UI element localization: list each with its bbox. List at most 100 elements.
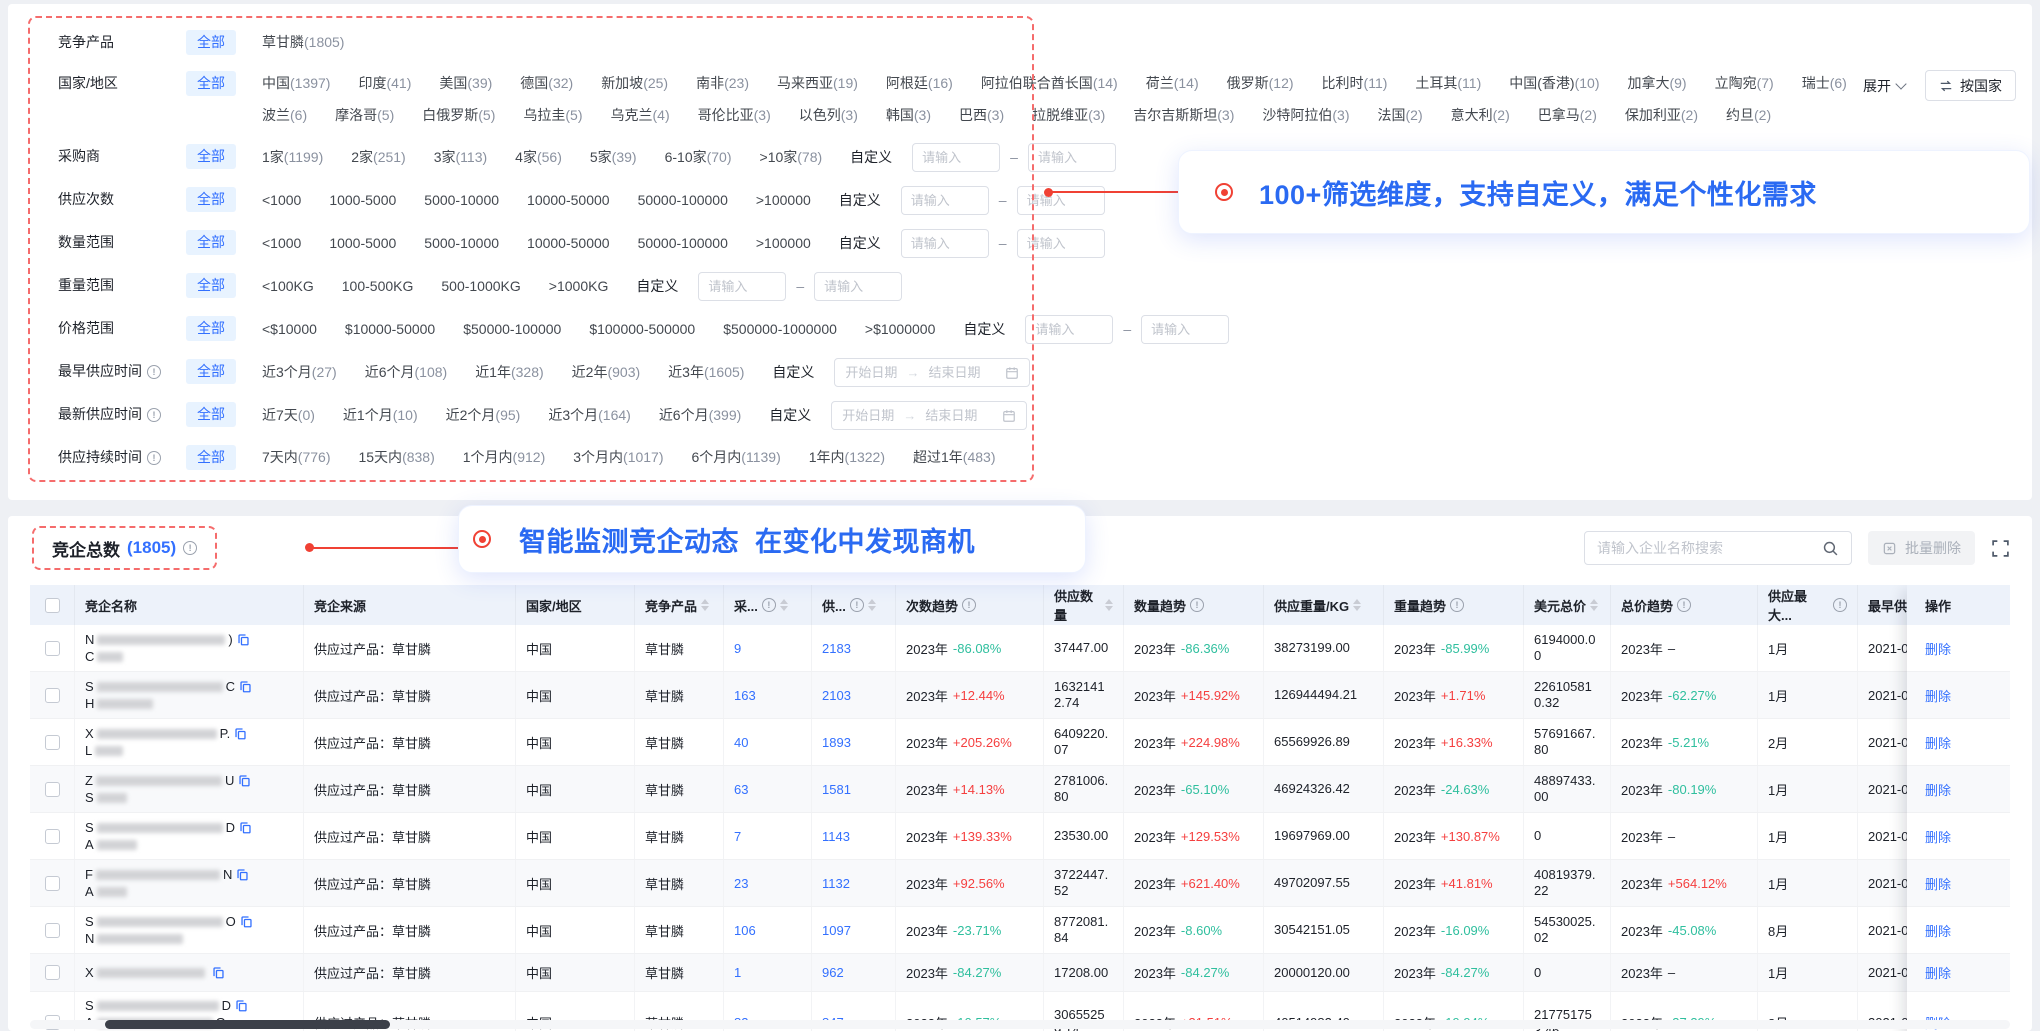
filter-option[interactable]: 荷兰(14)	[1146, 70, 1199, 97]
custom-min-input[interactable]: 请输入	[901, 186, 989, 215]
date-range-input[interactable]: 开始日期→结束日期	[834, 358, 1030, 387]
filter-option[interactable]: 加拿大(9)	[1627, 70, 1686, 97]
row-checkbox[interactable]	[45, 923, 60, 938]
filter-option[interactable]: 中国(1397)	[262, 70, 330, 97]
delete-link[interactable]: 删除	[1925, 874, 1951, 893]
company-search-input[interactable]: 请输入企业名称搜索	[1584, 531, 1852, 565]
custom-option[interactable]: 自定义	[772, 359, 814, 386]
filter-option[interactable]: 乌克兰(4)	[611, 102, 670, 129]
filter-option[interactable]: 近3个月(27)	[262, 359, 337, 386]
filter-option[interactable]: <100KG	[262, 273, 314, 300]
filter-option[interactable]: <1000	[262, 230, 301, 257]
custom-min-input[interactable]: 请输入	[1025, 315, 1113, 344]
filter-all-chip[interactable]: 全部	[186, 273, 236, 298]
sort-carets-icon[interactable]	[1590, 599, 1598, 611]
filter-option[interactable]: 德国(32)	[520, 70, 573, 97]
filter-option[interactable]: 5000-10000	[424, 230, 499, 257]
custom-max-input[interactable]: 请输入	[1028, 143, 1116, 172]
filter-option[interactable]: 瑞士(6)	[1802, 70, 1847, 97]
filter-all-chip[interactable]: 全部	[186, 445, 236, 470]
row-checkbox[interactable]	[45, 829, 60, 844]
filter-option[interactable]: 拉脱维亚(3)	[1032, 102, 1105, 129]
filter-all-chip[interactable]: 全部	[186, 144, 236, 169]
cell-text[interactable]: 9	[734, 641, 741, 656]
sort-carets-icon[interactable]	[868, 599, 876, 611]
fullscreen-icon[interactable]	[1991, 539, 2010, 558]
filter-option[interactable]: 阿根廷(16)	[886, 70, 953, 97]
filter-option[interactable]: 印度(41)	[358, 70, 411, 97]
delete-link[interactable]: 删除	[1925, 733, 1951, 752]
filter-option[interactable]: 俄罗斯(12)	[1227, 70, 1294, 97]
cell-text[interactable]: 2103	[822, 688, 851, 703]
filter-option[interactable]: 近6个月(108)	[365, 359, 447, 386]
filter-option[interactable]: >100000	[756, 230, 811, 257]
cell-text[interactable]: 63	[734, 782, 748, 797]
row-checkbox[interactable]	[45, 735, 60, 750]
filter-option[interactable]: 3家(113)	[434, 144, 487, 171]
filter-option[interactable]: $50000-100000	[463, 316, 561, 343]
filter-option[interactable]: 3个月内(1017)	[573, 444, 663, 471]
custom-min-input[interactable]: 请输入	[698, 272, 786, 301]
filter-option[interactable]: 500-1000KG	[441, 273, 520, 300]
filter-option[interactable]: 近3年(1605)	[668, 359, 744, 386]
info-icon[interactable]: !	[183, 541, 197, 555]
filter-option[interactable]: 近7天(0)	[262, 402, 315, 429]
filter-option[interactable]: 10000-50000	[527, 230, 610, 257]
filter-option[interactable]: 意大利(2)	[1451, 102, 1510, 129]
filter-option[interactable]: 法国(2)	[1378, 102, 1423, 129]
filter-option[interactable]: 比利时(11)	[1322, 70, 1388, 97]
cell-text[interactable]: 7	[734, 829, 741, 844]
cell-text[interactable]: 2183	[822, 641, 851, 656]
cell-text[interactable]: 40	[734, 735, 748, 750]
select-all-checkbox[interactable]	[45, 598, 60, 613]
cell-text[interactable]: 23	[734, 876, 748, 891]
by-country-button[interactable]: 按国家	[1925, 70, 2016, 101]
filter-option[interactable]: 近3个月(164)	[548, 402, 630, 429]
sort-carets-icon[interactable]	[701, 599, 709, 611]
custom-option[interactable]: 自定义	[769, 402, 811, 429]
delete-link[interactable]: 删除	[1925, 780, 1951, 799]
filter-option[interactable]: 摩洛哥(5)	[335, 102, 394, 129]
copy-icon[interactable]	[239, 680, 252, 693]
cell-text[interactable]: 1143	[822, 829, 850, 844]
cell-text[interactable]: 163	[734, 688, 756, 703]
custom-option[interactable]: 自定义	[839, 187, 881, 214]
filter-all-chip[interactable]: 全部	[186, 316, 236, 341]
filter-all-chip[interactable]: 全部	[186, 71, 236, 96]
filter-option[interactable]: <$10000	[262, 316, 317, 343]
filter-option[interactable]: 近6个月(399)	[659, 402, 741, 429]
filter-option[interactable]: 10000-50000	[527, 187, 610, 214]
copy-icon[interactable]	[234, 727, 247, 740]
delete-link[interactable]: 删除	[1925, 686, 1951, 705]
filter-option[interactable]: 约旦(2)	[1726, 102, 1771, 129]
filter-option[interactable]: 韩国(3)	[886, 102, 931, 129]
filter-option[interactable]: <1000	[262, 187, 301, 214]
filter-option[interactable]: $100000-500000	[589, 316, 695, 343]
custom-option[interactable]: 自定义	[850, 144, 892, 171]
filter-option[interactable]: 1年内(1322)	[809, 444, 885, 471]
cell-text[interactable]: 1	[734, 965, 741, 980]
filter-option[interactable]: 6-10家(70)	[665, 144, 732, 171]
filter-option[interactable]: 6个月内(1139)	[692, 444, 781, 471]
batch-delete-button[interactable]: 批量删除	[1868, 531, 1975, 565]
filter-option[interactable]: 巴西(3)	[959, 102, 1004, 129]
filter-all-chip[interactable]: 全部	[186, 359, 236, 384]
filter-option[interactable]: 50000-100000	[638, 187, 728, 214]
filter-option[interactable]: 土耳其(11)	[1415, 70, 1481, 97]
filter-option[interactable]: 2家(251)	[351, 144, 405, 171]
filter-option[interactable]: 15天内(838)	[358, 444, 434, 471]
delete-link[interactable]: 删除	[1925, 827, 1951, 846]
delete-link[interactable]: 删除	[1925, 639, 1951, 658]
filter-option[interactable]: 沙特阿拉伯(3)	[1262, 102, 1349, 129]
row-checkbox[interactable]	[45, 641, 60, 656]
filter-option[interactable]: 阿拉伯联合酋长国(14)	[981, 70, 1118, 97]
horizontal-scrollbar-thumb[interactable]	[105, 1020, 390, 1029]
filter-option[interactable]: 1000-5000	[329, 187, 396, 214]
cell-text[interactable]: 106	[734, 923, 756, 938]
filter-option[interactable]: 5000-10000	[424, 187, 499, 214]
filter-option[interactable]: 白俄罗斯(5)	[422, 102, 495, 129]
custom-max-input[interactable]: 请输入	[1141, 315, 1229, 344]
filter-option[interactable]: >$1000000	[865, 316, 935, 343]
cell-text[interactable]: 962	[822, 965, 844, 980]
row-checkbox[interactable]	[45, 965, 60, 980]
